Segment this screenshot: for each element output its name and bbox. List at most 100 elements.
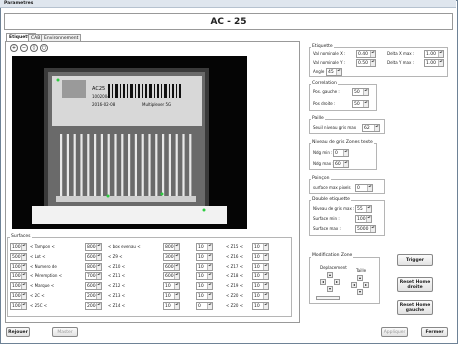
spin-arrows-icon[interactable]: ▴▾ (370, 51, 375, 57)
fermer-button[interactable]: Fermer (421, 327, 448, 337)
pos-gauche-input[interactable]: 50 ▴▾ (352, 88, 369, 96)
spin-arrows-icon[interactable]: ▴▾ (174, 253, 179, 260)
surface-input-col4-2[interactable]: 10 ▴▾ (196, 262, 213, 271)
surface-input-col1-4[interactable]: 1000 ▴▾ (10, 282, 27, 291)
spin-arrows-icon[interactable]: ▴▾ (21, 273, 26, 280)
surface-input-col2-5[interactable]: 2000 ▴▾ (85, 292, 102, 300)
surface-input-col2-6[interactable]: 2000 ▴▾ (85, 301, 102, 310)
surface-input-col3-2[interactable]: 6000 ▴▾ (163, 262, 180, 271)
surface-input-col4-4[interactable]: 10 ▴▾ (196, 282, 213, 291)
surface-input-col1-3[interactable]: 1000 ▴▾ (10, 272, 27, 281)
spin-arrows-icon[interactable]: ▴▾ (207, 244, 212, 250)
spin-arrows-icon[interactable]: ▴▾ (263, 263, 268, 270)
surface-input-col3-6[interactable]: 10 ▴▾ (163, 301, 180, 310)
spin-arrows-icon[interactable]: ▴▾ (207, 263, 212, 270)
surface-input-col2-4[interactable]: 6000 ▴▾ (85, 282, 102, 291)
camera-image[interactable]: AC25 1002004 2016-02-08 Multiplexer 5G (12, 56, 247, 229)
val-x-input[interactable]: 0.40 ▴▾ (356, 50, 376, 58)
spin-arrows-icon[interactable]: ▴▾ (96, 293, 101, 299)
spin-arrows-icon[interactable]: ▴▾ (96, 253, 101, 260)
zoom-reset-icon[interactable]: ○ (40, 44, 48, 52)
zoom-fit-icon[interactable]: ◊ (30, 44, 38, 52)
spin-arrows-icon[interactable]: ▴▾ (366, 206, 371, 212)
spin-arrows-icon[interactable]: ▴▾ (367, 185, 372, 191)
surface-input-col5-6[interactable]: 10 ▴▾ (252, 301, 269, 310)
surface-input-col5-3[interactable]: 10 ▴▾ (252, 272, 269, 281)
surface-input-col4-3[interactable]: 10 ▴▾ (196, 272, 213, 281)
spin-arrows-icon[interactable]: ▴▾ (207, 273, 212, 280)
spin-arrows-icon[interactable]: ▴▾ (343, 150, 348, 156)
spin-arrows-icon[interactable]: ▴▾ (174, 283, 179, 290)
spin-arrows-icon[interactable]: ▴▾ (263, 253, 268, 260)
seuil-input[interactable]: 62 ▴▾ (362, 124, 380, 132)
spin-arrows-icon[interactable]: ▴▾ (174, 273, 179, 280)
spin-arrows-icon[interactable]: ▴▾ (438, 51, 443, 57)
spin-arrows-icon[interactable]: ▴▾ (438, 60, 443, 66)
surface-input-col4-6[interactable]: 0 ▴▾ (196, 301, 213, 310)
surface-input-col2-1[interactable]: 6000 ▴▾ (85, 252, 102, 261)
spin-arrows-icon[interactable]: ▴▾ (263, 302, 268, 309)
surface-input-col2-0[interactable]: 8000 ▴▾ (85, 243, 102, 251)
size-up-icon[interactable]: ▴ (357, 275, 363, 281)
spin-arrows-icon[interactable]: ▴▾ (263, 273, 268, 280)
surface-input-col4-1[interactable]: 10 ▴▾ (196, 252, 213, 261)
trigger-button[interactable]: Trigger (397, 254, 433, 266)
move-right-icon[interactable]: ▸ (334, 279, 340, 285)
spin-arrows-icon[interactable]: ▴▾ (21, 244, 26, 250)
surface-input-col1-2[interactable]: 1000 ▴▾ (10, 262, 27, 271)
delta-y-input[interactable]: 1.00 ▴▾ (424, 59, 444, 67)
double-surf-min-input[interactable]: 100 ▴▾ (355, 215, 372, 223)
surface-input-col5-4[interactable]: 10 ▴▾ (252, 282, 269, 291)
spin-arrows-icon[interactable]: ▴▾ (207, 293, 212, 299)
spin-arrows-icon[interactable]: ▴▾ (21, 293, 26, 299)
surface-input-col3-0[interactable]: 8000 ▴▾ (163, 243, 180, 251)
spin-arrows-icon[interactable]: ▴▾ (174, 293, 179, 299)
spin-arrows-icon[interactable]: ▴▾ (207, 302, 212, 309)
surface-input-col5-1[interactable]: 10 ▴▾ (252, 252, 269, 261)
surface-input-col1-6[interactable]: 1000 ▴▾ (10, 301, 27, 310)
spin-arrows-icon[interactable]: ▴▾ (374, 125, 379, 131)
zone-slider[interactable] (316, 296, 340, 300)
surface-input-col3-5[interactable]: 10 ▴▾ (163, 292, 180, 300)
double-surf-max-input[interactable]: 5000 ▴▾ (355, 225, 376, 233)
surface-input-col5-2[interactable]: 10 ▴▾ (252, 262, 269, 271)
spin-arrows-icon[interactable]: ▴▾ (263, 283, 268, 290)
move-up-icon[interactable]: ▴ (327, 272, 333, 278)
spin-arrows-icon[interactable]: ▴▾ (363, 89, 368, 95)
poincon-surface-input[interactable]: 0 ▴▾ (355, 184, 373, 192)
angle-input[interactable]: 45 ▴▾ (326, 68, 342, 76)
ndg-min-input[interactable]: 0 ▴▾ (333, 149, 349, 157)
spin-arrows-icon[interactable]: ▴▾ (96, 273, 101, 280)
spin-arrows-icon[interactable]: ▴▾ (21, 253, 26, 260)
spin-arrows-icon[interactable]: ▴▾ (207, 283, 212, 290)
spin-arrows-icon[interactable]: ▴▾ (343, 161, 348, 167)
double-niveau-input[interactable]: 55 ▴▾ (355, 205, 372, 213)
move-down-icon[interactable]: ▾ (327, 286, 333, 292)
spin-arrows-icon[interactable]: ▴▾ (21, 263, 26, 270)
surface-input-col3-1[interactable]: 3000 ▴▾ (163, 252, 180, 261)
reset-home-gauche-button[interactable]: Reset Home gauche (397, 300, 433, 315)
surface-input-col4-5[interactable]: 10 ▴▾ (196, 292, 213, 300)
surface-input-col4-0[interactable]: 10 ▴▾ (196, 243, 213, 251)
delta-x-input[interactable]: 1.00 ▴▾ (424, 50, 444, 58)
surface-input-col2-3[interactable]: 7000 ▴▾ (85, 272, 102, 281)
surface-input-col1-0[interactable]: 1000 ▴▾ (10, 243, 27, 251)
surface-input-col5-0[interactable]: 10 ▴▾ (252, 243, 269, 251)
spin-arrows-icon[interactable]: ▴▾ (174, 244, 179, 250)
spin-arrows-icon[interactable]: ▴▾ (370, 226, 375, 232)
spin-arrows-icon[interactable]: ▴▾ (263, 293, 268, 299)
spin-arrows-icon[interactable]: ▴▾ (96, 302, 101, 309)
spin-arrows-icon[interactable]: ▴▾ (207, 253, 212, 260)
zoom-in-icon[interactable]: + (10, 44, 18, 52)
spin-arrows-icon[interactable]: ▴▾ (21, 283, 26, 290)
zoom-out-icon[interactable]: − (20, 44, 28, 52)
surface-input-col3-4[interactable]: 10 ▴▾ (163, 282, 180, 291)
spin-arrows-icon[interactable]: ▴▾ (21, 302, 26, 309)
surface-input-col3-3[interactable]: 6000 ▴▾ (163, 272, 180, 281)
spin-arrows-icon[interactable]: ▴▾ (174, 302, 179, 309)
pos-droite-input[interactable]: 50 ▴▾ (352, 100, 369, 108)
spin-arrows-icon[interactable]: ▴▾ (96, 244, 101, 250)
spin-arrows-icon[interactable]: ▴▾ (363, 101, 368, 107)
surface-input-col1-5[interactable]: 1000 ▴▾ (10, 292, 27, 300)
spin-arrows-icon[interactable]: ▴▾ (336, 69, 341, 75)
